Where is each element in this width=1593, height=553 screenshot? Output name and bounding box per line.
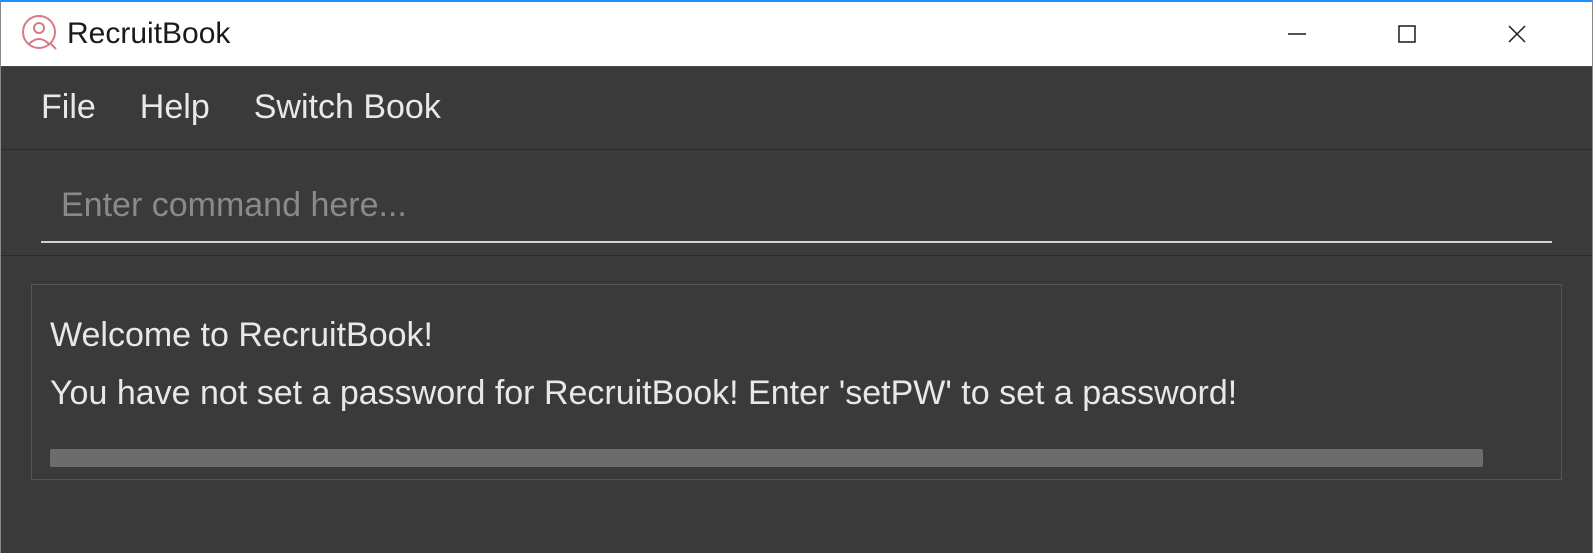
close-icon bbox=[1506, 23, 1528, 45]
command-input[interactable] bbox=[41, 176, 1552, 243]
titlebar-left: RecruitBook bbox=[21, 14, 230, 55]
menu-help[interactable]: Help bbox=[140, 88, 210, 127]
close-button[interactable] bbox=[1462, 2, 1572, 66]
maximize-icon bbox=[1396, 23, 1418, 45]
app-body: File Help Switch Book Welcome to Recruit… bbox=[1, 66, 1592, 553]
menu-switch-book[interactable]: Switch Book bbox=[254, 88, 441, 127]
menu-file[interactable]: File bbox=[41, 88, 96, 127]
command-area bbox=[1, 150, 1592, 256]
maximize-button[interactable] bbox=[1352, 2, 1462, 66]
window-title: RecruitBook bbox=[67, 17, 230, 51]
menubar: File Help Switch Book bbox=[1, 66, 1592, 150]
app-icon bbox=[21, 14, 57, 55]
minimize-button[interactable] bbox=[1242, 2, 1352, 66]
output-panel: Welcome to RecruitBook! You have not set… bbox=[31, 284, 1562, 480]
horizontal-scrollbar[interactable] bbox=[50, 449, 1483, 467]
window-controls bbox=[1242, 2, 1572, 66]
titlebar: RecruitBook bbox=[1, 2, 1592, 66]
output-text: Welcome to RecruitBook! You have not set… bbox=[50, 307, 1543, 423]
minimize-icon bbox=[1286, 23, 1308, 45]
